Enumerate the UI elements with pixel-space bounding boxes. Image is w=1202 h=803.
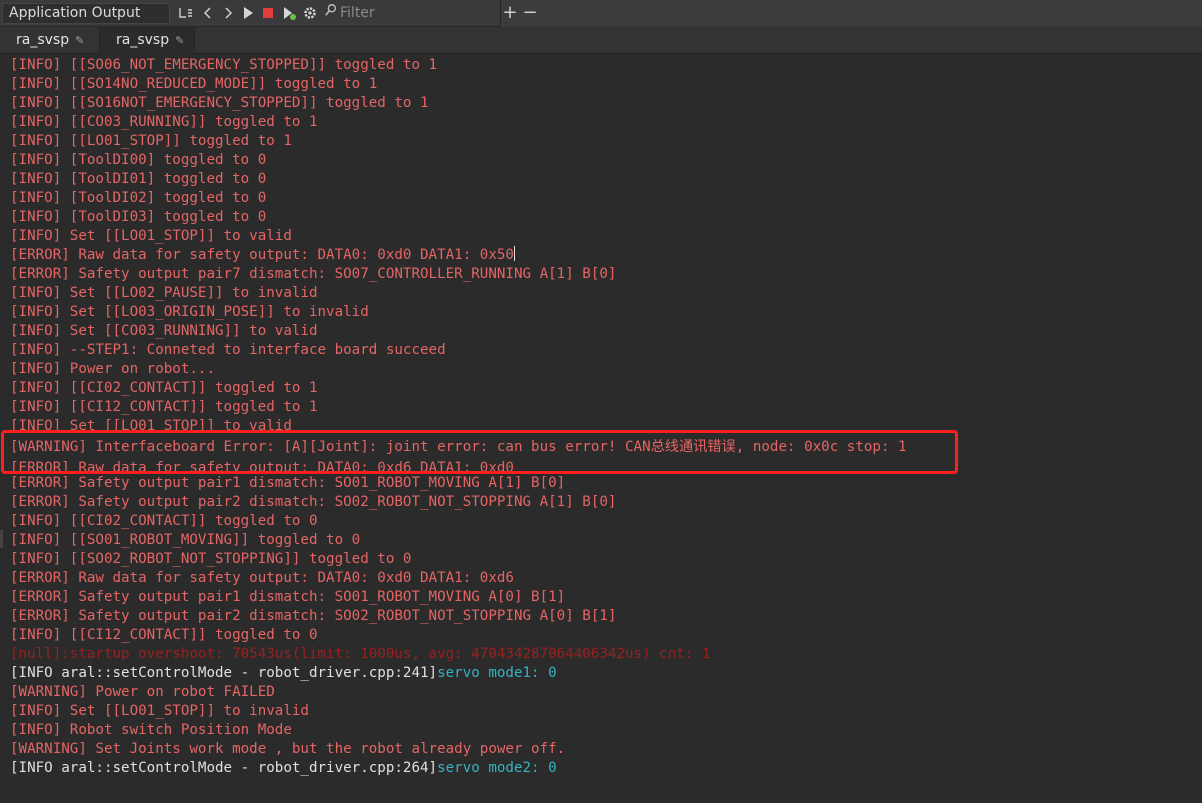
text-wrap-icon[interactable] [178, 5, 194, 21]
log-line: [INFO] [[CI12_CONTACT]] toggled to 1 [10, 399, 318, 415]
highlight-box [1, 430, 958, 474]
log-line: [ERROR] Safety output pair1 dismatch: SO… [10, 475, 566, 491]
log-line: [INFO] [ToolDI01] toggled to 0 [10, 171, 267, 187]
log-line: [INFO] [[SO06_NOT_EMERGENCY_STOPPED]] to… [10, 57, 438, 73]
log-line: [INFO] [[SO01_ROBOT_MOVING]] toggled to … [10, 532, 361, 548]
filter-input[interactable]: Filter [324, 3, 496, 24]
log-line: [INFO] [[CI02_CONTACT]] toggled to 0 [10, 513, 318, 529]
log-line: [INFO] Set [[LO03_ORIGIN_POSE]] to inval… [10, 304, 369, 320]
log-line: [INFO] [[SO14NO_REDUCED_MODE]] toggled t… [10, 76, 378, 92]
tab-ra-svsp-2[interactable]: ra_svsp ✎ [100, 27, 195, 54]
log-value: servo mode1: 0 [437, 665, 557, 681]
forward-icon[interactable] [220, 5, 236, 21]
log-text: [ERROR] Raw data for safety output: DATA… [10, 247, 514, 263]
log-line: [ERROR] Safety output pair1 dismatch: SO… [10, 589, 566, 605]
log-line: [INFO] [[LO01_STOP]] toggled to 1 [10, 133, 292, 149]
log-value: servo mode2: 0 [437, 760, 557, 776]
output-toolbar: Application Output Filter + − [0, 0, 1202, 27]
scroll-gutter-mark [0, 530, 3, 548]
editor-toolbar-area [500, 0, 1202, 27]
stop-icon[interactable] [260, 5, 276, 21]
log-line: [INFO] Robot switch Position Mode [10, 722, 292, 738]
application-output-log[interactable]: [INFO] [[SO06_NOT_EMERGENCY_STOPPED]] to… [10, 56, 1190, 778]
log-line-debug: [INFO aral::setControlMode - robot_drive… [10, 664, 1190, 683]
tab-ra-svsp-1[interactable]: ra_svsp ✎ [0, 27, 100, 53]
zoom-in-icon[interactable]: + [502, 4, 518, 22]
settings-icon[interactable] [302, 5, 318, 21]
log-line: [ERROR] Raw data for safety output: DATA… [10, 570, 514, 586]
log-line: [INFO] Set [[LO02_PAUSE]] to invalid [10, 285, 318, 301]
log-line: [ERROR] Safety output pair2 dismatch: SO… [10, 608, 617, 624]
pane-title-selector[interactable]: Application Output [2, 3, 170, 24]
tab-label: ra_svsp [16, 32, 70, 48]
log-line: [INFO] Set [[CO03_RUNNING]] to valid [10, 323, 318, 339]
log-line: [INFO] [[SO02_ROBOT_NOT_STOPPING]] toggl… [10, 551, 412, 567]
text-cursor [513, 246, 515, 261]
log-line: [INFO] [ToolDI00] toggled to 0 [10, 152, 267, 168]
attach-debugger-icon[interactable] [281, 5, 297, 21]
log-line: [INFO] [[CI02_CONTACT]] toggled to 1 [10, 380, 318, 396]
log-line: [INFO] [ToolDI03] toggled to 0 [10, 209, 267, 225]
log-line: [INFO] [[CO03_RUNNING]] toggled to 1 [10, 114, 318, 130]
output-tabs: ra_svsp ✎ ra_svsp ✎ [0, 27, 1202, 54]
back-icon[interactable] [200, 5, 216, 21]
pin-icon[interactable]: ✎ [175, 34, 184, 47]
log-source: [INFO aral::setControlMode - robot_drive… [10, 760, 438, 776]
log-line: [INFO] Power on robot... [10, 361, 215, 377]
log-line: [INFO] [ToolDI02] toggled to 0 [10, 190, 267, 206]
log-line: [INFO] [[SO16NOT_EMERGENCY_STOPPED]] tog… [10, 95, 429, 111]
zoom-out-icon[interactable]: − [522, 4, 538, 22]
log-line: [INFO] Set [[LO01_STOP]] to invalid [10, 703, 309, 719]
log-line: [ERROR] Safety output pair2 dismatch: SO… [10, 494, 617, 510]
log-line: [WARNING] Set Joints work mode , but the… [10, 741, 566, 757]
log-line-partially-hidden: [INFO] Set [[LO01_STOP]] to valid [10, 418, 292, 431]
tab-label: ra_svsp [116, 32, 170, 48]
log-line-stderr: [null]:startup overshoot: 70543us(limit:… [10, 646, 711, 662]
filter-icon [324, 3, 340, 24]
log-line: [ERROR] Safety output pair7 dismatch: SO… [10, 266, 617, 282]
log-line-debug: [INFO aral::setControlMode - robot_drive… [10, 759, 1190, 778]
filter-placeholder: Filter [340, 5, 375, 21]
log-line: [INFO] Set [[LO01_STOP]] to valid [10, 228, 292, 244]
pin-icon[interactable]: ✎ [75, 34, 84, 47]
log-line: [WARNING] Power on robot FAILED [10, 684, 275, 700]
log-source: [INFO aral::setControlMode - robot_drive… [10, 665, 438, 681]
log-line: [INFO] --STEP1: Conneted to interface bo… [10, 342, 446, 358]
run-icon[interactable] [240, 5, 256, 21]
log-line: [INFO] [[CI12_CONTACT]] toggled to 0 [10, 627, 318, 643]
log-line-with-cursor: [ERROR] Raw data for safety output: DATA… [10, 246, 1190, 265]
